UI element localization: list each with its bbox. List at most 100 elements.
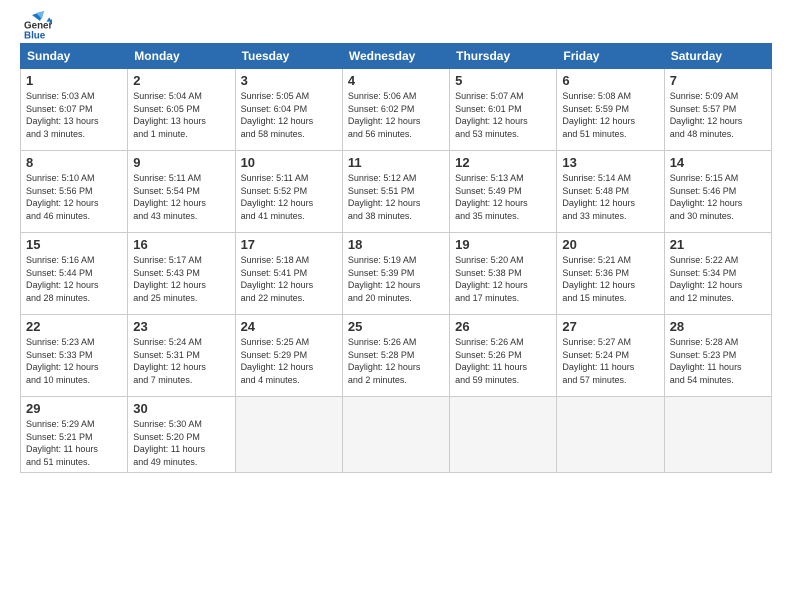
calendar-cell: 13Sunrise: 5:14 AMSunset: 5:48 PMDayligh…: [557, 151, 664, 233]
weekday-header-row: SundayMondayTuesdayWednesdayThursdayFrid…: [21, 44, 772, 69]
day-number: 22: [26, 319, 122, 334]
day-number: 24: [241, 319, 337, 334]
calendar-cell: 19 Sunrise: 5:20 AMSunset: 5:38 PMDayligh…: [450, 233, 557, 315]
day-number: 26: [455, 319, 551, 334]
calendar-cell: 9 Sunrise: 5:11 AMSunset: 5:54 PMDaylight…: [128, 151, 235, 233]
logo: General Blue: [20, 16, 52, 33]
calendar-cell: 29 Sunrise: 5:29 AMSunset: 5:21 PMDayligh…: [21, 397, 128, 473]
weekday-header-friday: Friday: [557, 44, 664, 69]
day-number: 3: [241, 73, 337, 88]
day-number: 14: [670, 155, 766, 170]
day-number: 9: [133, 155, 229, 170]
calendar-cell: 4 Sunrise: 5:06 AMSunset: 6:02 PMDaylight…: [342, 69, 449, 151]
calendar-week-row: 8 Sunrise: 5:10 AMSunset: 5:56 PMDaylight…: [21, 151, 772, 233]
calendar-cell: 11 Sunrise: 5:12 AMSunset: 5:51 PMDayligh…: [342, 151, 449, 233]
calendar-cell: 14 Sunrise: 5:15 AMSunset: 5:46 PMDayligh…: [664, 151, 771, 233]
day-info: Sunrise: 5:25 AMSunset: 5:29 PMDaylight:…: [241, 336, 337, 386]
calendar-table: SundayMondayTuesdayWednesdayThursdayFrid…: [20, 43, 772, 473]
day-number: 30: [133, 401, 229, 416]
day-number: 25: [348, 319, 444, 334]
day-info: Sunrise: 5:28 AMSunset: 5:23 PMDaylight:…: [670, 336, 766, 386]
weekday-header-wednesday: Wednesday: [342, 44, 449, 69]
day-info: Sunrise: 5:22 AMSunset: 5:34 PMDaylight:…: [670, 254, 766, 304]
calendar-cell: 22Sunrise: 5:23 AMSunset: 5:33 PMDayligh…: [21, 315, 128, 397]
calendar-cell: 15 Sunrise: 5:16 AMSunset: 5:44 PMDayligh…: [21, 233, 128, 315]
calendar-cell: [557, 397, 664, 473]
calendar-cell: 1 Sunrise: 5:03 AMSunset: 6:07 PMDaylight…: [21, 69, 128, 151]
day-info: Sunrise: 5:21 AMSunset: 5:36 PMDaylight:…: [562, 254, 658, 304]
calendar-cell: 27 Sunrise: 5:27 AMSunset: 5:24 PMDayligh…: [557, 315, 664, 397]
calendar-cell: 8 Sunrise: 5:10 AMSunset: 5:56 PMDaylight…: [21, 151, 128, 233]
calendar-cell: [664, 397, 771, 473]
day-number: 19: [455, 237, 551, 252]
day-info: Sunrise: 5:13 AMSunset: 5:49 PMDaylight:…: [455, 172, 551, 222]
day-info: Sunrise: 5:16 AMSunset: 5:44 PMDaylight:…: [26, 254, 122, 304]
day-number: 21: [670, 237, 766, 252]
day-number: 29: [26, 401, 122, 416]
day-info: Sunrise: 5:18 AMSunset: 5:41 PMDaylight:…: [241, 254, 337, 304]
calendar-cell: 18 Sunrise: 5:19 AMSunset: 5:39 PMDayligh…: [342, 233, 449, 315]
day-number: 7: [670, 73, 766, 88]
day-number: 11: [348, 155, 444, 170]
calendar-cell: 5 Sunrise: 5:07 AMSunset: 6:01 PMDaylight…: [450, 69, 557, 151]
day-info: Sunrise: 5:06 AMSunset: 6:02 PMDaylight:…: [348, 90, 444, 140]
calendar-cell: 20 Sunrise: 5:21 AMSunset: 5:36 PMDayligh…: [557, 233, 664, 315]
day-number: 2: [133, 73, 229, 88]
calendar-cell: [450, 397, 557, 473]
day-number: 6: [562, 73, 658, 88]
day-info: Sunrise: 5:03 AMSunset: 6:07 PMDaylight:…: [26, 90, 122, 140]
calendar-week-row: 29 Sunrise: 5:29 AMSunset: 5:21 PMDayligh…: [21, 397, 772, 473]
calendar-week-row: 15 Sunrise: 5:16 AMSunset: 5:44 PMDayligh…: [21, 233, 772, 315]
weekday-header-saturday: Saturday: [664, 44, 771, 69]
day-info: Sunrise: 5:24 AMSunset: 5:31 PMDaylight:…: [133, 336, 229, 386]
day-number: 18: [348, 237, 444, 252]
day-info: Sunrise: 5:11 AMSunset: 5:52 PMDaylight:…: [241, 172, 337, 222]
weekday-header-tuesday: Tuesday: [235, 44, 342, 69]
day-number: 27: [562, 319, 658, 334]
day-number: 5: [455, 73, 551, 88]
day-info: Sunrise: 5:11 AMSunset: 5:54 PMDaylight:…: [133, 172, 229, 222]
day-info: Sunrise: 5:12 AMSunset: 5:51 PMDaylight:…: [348, 172, 444, 222]
day-number: 15: [26, 237, 122, 252]
calendar-cell: 17Sunrise: 5:18 AMSunset: 5:41 PMDayligh…: [235, 233, 342, 315]
calendar-cell: 28Sunrise: 5:28 AMSunset: 5:23 PMDayligh…: [664, 315, 771, 397]
day-number: 1: [26, 73, 122, 88]
calendar-cell: 10 Sunrise: 5:11 AMSunset: 5:52 PMDayligh…: [235, 151, 342, 233]
day-number: 10: [241, 155, 337, 170]
day-info: Sunrise: 5:26 AMSunset: 5:26 PMDaylight:…: [455, 336, 551, 386]
day-info: Sunrise: 5:08 AMSunset: 5:59 PMDaylight:…: [562, 90, 658, 140]
calendar-cell: 3 Sunrise: 5:05 AMSunset: 6:04 PMDaylight…: [235, 69, 342, 151]
day-info: Sunrise: 5:15 AMSunset: 5:46 PMDaylight:…: [670, 172, 766, 222]
calendar-cell: 24 Sunrise: 5:25 AMSunset: 5:29 PMDayligh…: [235, 315, 342, 397]
header: General Blue: [20, 16, 772, 33]
calendar-cell: 7 Sunrise: 5:09 AMSunset: 5:57 PMDaylight…: [664, 69, 771, 151]
calendar-week-row: 22Sunrise: 5:23 AMSunset: 5:33 PMDayligh…: [21, 315, 772, 397]
day-info: Sunrise: 5:17 AMSunset: 5:43 PMDaylight:…: [133, 254, 229, 304]
day-info: Sunrise: 5:20 AMSunset: 5:38 PMDaylight:…: [455, 254, 551, 304]
day-info: Sunrise: 5:19 AMSunset: 5:39 PMDaylight:…: [348, 254, 444, 304]
calendar-cell: 2Sunrise: 5:04 AMSunset: 6:05 PMDaylight…: [128, 69, 235, 151]
day-number: 23: [133, 319, 229, 334]
day-info: Sunrise: 5:07 AMSunset: 6:01 PMDaylight:…: [455, 90, 551, 140]
day-info: Sunrise: 5:30 AMSunset: 5:20 PMDaylight:…: [133, 418, 229, 468]
calendar-page: General Blue: [0, 0, 792, 612]
calendar-cell: 16 Sunrise: 5:17 AMSunset: 5:43 PMDayligh…: [128, 233, 235, 315]
day-number: 12: [455, 155, 551, 170]
calendar-cell: [342, 397, 449, 473]
day-number: 8: [26, 155, 122, 170]
calendar-cell: 26 Sunrise: 5:26 AMSunset: 5:26 PMDayligh…: [450, 315, 557, 397]
day-number: 20: [562, 237, 658, 252]
calendar-cell: 30 Sunrise: 5:30 AMSunset: 5:20 PMDayligh…: [128, 397, 235, 473]
day-info: Sunrise: 5:05 AMSunset: 6:04 PMDaylight:…: [241, 90, 337, 140]
day-info: Sunrise: 5:27 AMSunset: 5:24 PMDaylight:…: [562, 336, 658, 386]
calendar-cell: 25Sunrise: 5:26 AMSunset: 5:28 PMDayligh…: [342, 315, 449, 397]
day-info: Sunrise: 5:10 AMSunset: 5:56 PMDaylight:…: [26, 172, 122, 222]
day-info: Sunrise: 5:09 AMSunset: 5:57 PMDaylight:…: [670, 90, 766, 140]
calendar-cell: 23 Sunrise: 5:24 AMSunset: 5:31 PMDayligh…: [128, 315, 235, 397]
day-info: Sunrise: 5:29 AMSunset: 5:21 PMDaylight:…: [26, 418, 122, 468]
calendar-cell: 21 Sunrise: 5:22 AMSunset: 5:34 PMDayligh…: [664, 233, 771, 315]
day-number: 4: [348, 73, 444, 88]
calendar-cell: 6 Sunrise: 5:08 AMSunset: 5:59 PMDaylight…: [557, 69, 664, 151]
calendar-cell: 12 Sunrise: 5:13 AMSunset: 5:49 PMDayligh…: [450, 151, 557, 233]
day-number: 16: [133, 237, 229, 252]
